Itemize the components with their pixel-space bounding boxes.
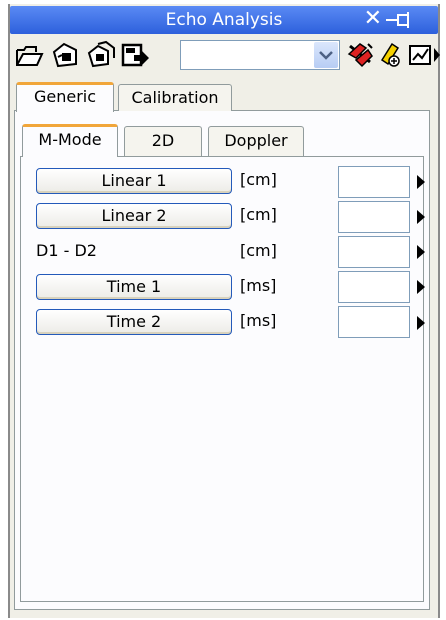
more-icon[interactable] xyxy=(432,40,442,70)
linear-1-arrow-icon[interactable] xyxy=(416,175,426,189)
d1-d2-label: D1 - D2 xyxy=(36,241,97,260)
linear-2-unit: [cm] xyxy=(240,205,277,224)
d1-d2-arrow-icon[interactable] xyxy=(416,245,426,259)
tab-calibration[interactable]: Calibration xyxy=(118,84,232,111)
delete-icon[interactable] xyxy=(346,40,376,70)
time-1-arrow-icon[interactable] xyxy=(416,280,426,294)
tab-calibration-label: Calibration xyxy=(131,88,219,107)
d1-d2-value[interactable] xyxy=(338,236,410,268)
title-bar[interactable]: Echo Analysis ✕ xyxy=(10,6,438,34)
analysis-combobox[interactable] xyxy=(180,40,340,70)
linear-2-arrow-icon[interactable] xyxy=(416,210,426,224)
linear-1-value[interactable] xyxy=(338,166,410,198)
time-2-value[interactable] xyxy=(338,306,410,338)
linear-2-value[interactable] xyxy=(338,201,410,233)
time-2-unit: [ms] xyxy=(240,311,277,330)
linear-1-unit: [cm] xyxy=(240,170,277,189)
time-1-value[interactable] xyxy=(338,271,410,303)
d1-d2-unit: [cm] xyxy=(240,241,277,260)
linear-1-button[interactable]: Linear 1 xyxy=(36,168,232,194)
export-icon[interactable] xyxy=(120,40,150,70)
time-1-unit: [ms] xyxy=(240,276,277,295)
combo-dropdown-icon[interactable] xyxy=(314,42,338,68)
close-icon[interactable]: ✕ xyxy=(364,7,382,31)
tab-generic[interactable]: Generic xyxy=(16,82,114,112)
tab-doppler[interactable]: Doppler xyxy=(208,126,304,156)
time-2-arrow-icon[interactable] xyxy=(416,316,426,330)
save-icon[interactable] xyxy=(50,40,80,70)
toolbar xyxy=(12,38,440,72)
tab-generic-label: Generic xyxy=(33,87,97,106)
tab-m-mode-label: M-Mode xyxy=(38,130,102,149)
copy-icon[interactable] xyxy=(86,40,116,70)
tab-doppler-label: Doppler xyxy=(224,131,288,150)
linear-2-button[interactable]: Linear 2 xyxy=(36,203,232,229)
time-1-button[interactable]: Time 1 xyxy=(36,274,232,300)
tab-m-mode[interactable]: M-Mode xyxy=(22,124,118,157)
tab-2d-label: 2D xyxy=(151,131,175,150)
tab-2d[interactable]: 2D xyxy=(124,126,202,156)
highlighter-icon[interactable] xyxy=(376,40,406,70)
time-2-button[interactable]: Time 2 xyxy=(36,309,232,335)
open-folder-icon[interactable] xyxy=(14,40,44,70)
pin-icon[interactable] xyxy=(386,12,412,28)
